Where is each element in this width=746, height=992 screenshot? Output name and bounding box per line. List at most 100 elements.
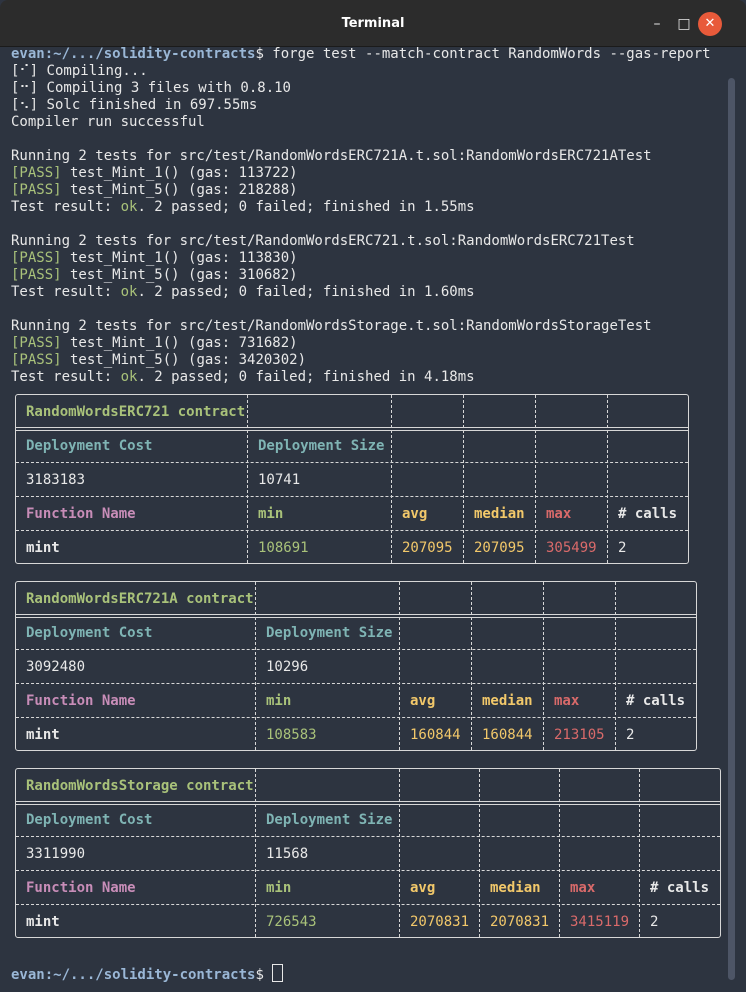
cursor: [272, 964, 284, 982]
max-value: 213105: [554, 727, 605, 743]
terminal-output[interactable]: evan:~/.../solidity-contracts$ forge tes…: [11, 46, 723, 386]
contract-name: RandomWordsERC721 contract: [26, 404, 246, 420]
pass-tag: [PASS]: [11, 335, 62, 351]
avg-header: avg: [402, 506, 428, 522]
calls-value: 2: [618, 540, 627, 556]
calls-header: # calls: [626, 693, 686, 709]
test-line: [PASS] test_Mint_5() (gas: 3420302): [11, 352, 307, 368]
terminal-window: Terminal – □ ✕ evan:~/.../solidity-contr…: [0, 0, 746, 992]
window-title: Terminal: [341, 16, 405, 31]
suite-header: Running 2 tests for src/test/RandomWords…: [11, 318, 652, 334]
max-header: max: [570, 880, 596, 896]
min-value: 726543: [266, 914, 317, 930]
test-line: [PASS] test_Mint_5() (gas: 310682): [11, 267, 298, 283]
deployment-size: 10741: [258, 472, 301, 488]
min-header: min: [266, 693, 292, 709]
prompt-symbol: $: [255, 46, 273, 62]
median-header: median: [474, 506, 525, 522]
median-header: median: [482, 693, 533, 709]
function-name: mint: [26, 540, 60, 556]
function-name-header: Function Name: [26, 693, 136, 709]
min-header: min: [258, 506, 284, 522]
deployment-size: 11568: [266, 846, 309, 862]
calls-header: # calls: [650, 880, 710, 896]
median-value: 207095: [474, 540, 525, 556]
maximize-icon[interactable]: □: [672, 12, 696, 36]
compile-line: [⠊] Compiling...: [11, 63, 148, 79]
max-header: max: [554, 693, 580, 709]
prompt-path: :~/.../solidity-contracts: [44, 967, 256, 983]
median-value: 2070831: [490, 914, 550, 930]
max-value: 3415119: [570, 914, 630, 930]
deployment-cost-label: Deployment Cost: [26, 625, 153, 641]
median-header: median: [490, 880, 541, 896]
spinner: [⠢]: [11, 97, 39, 113]
min-header: min: [266, 880, 292, 896]
test-result: Test result: ok. 2 passed; 0 failed; fin…: [11, 199, 475, 215]
max-value: 305499: [546, 540, 597, 556]
deployment-size: 10296: [266, 659, 309, 675]
compile-line: [⠢] Solc finished in 697.55ms: [11, 97, 258, 113]
prompt-line[interactable]: evan:~/.../solidity-contracts$: [11, 964, 284, 983]
pass-tag: [PASS]: [11, 352, 62, 368]
calls-value: 2: [650, 914, 659, 930]
deployment-cost: 3311990: [26, 846, 86, 862]
avg-value: 2070831: [410, 914, 470, 930]
command-line: evan:~/.../solidity-contracts$ forge tes…: [11, 46, 723, 63]
close-icon[interactable]: ✕: [698, 12, 722, 36]
contract-name: RandomWordsStorage contract: [26, 778, 254, 794]
max-header: max: [546, 506, 572, 522]
function-name: mint: [26, 914, 60, 930]
deployment-size-label: Deployment Size: [266, 625, 393, 641]
function-name: mint: [26, 727, 60, 743]
table-row: mint 108583 160844 160844 213105 2: [16, 718, 696, 752]
avg-header: avg: [410, 880, 436, 896]
command-text: forge test --match-contract RandomWords …: [272, 46, 711, 62]
test-line: [PASS] test_Mint_1() (gas: 113722): [11, 165, 298, 181]
spinner: [⠊]: [11, 63, 39, 79]
function-name-header: Function Name: [26, 880, 136, 896]
min-value: 108691: [258, 540, 309, 556]
deployment-size-label: Deployment Size: [266, 812, 393, 828]
min-value: 108583: [266, 727, 317, 743]
suite-header: Running 2 tests for src/test/RandomWords…: [11, 233, 635, 249]
deployment-cost-label: Deployment Cost: [26, 438, 153, 454]
contract-name: RandomWordsERC721A contract: [26, 591, 254, 607]
test-result: Test result: ok. 2 passed; 0 failed; fin…: [11, 284, 475, 300]
calls-value: 2: [626, 727, 635, 743]
test-line: [PASS] test_Mint_1() (gas: 113830): [11, 250, 298, 266]
prompt-symbol: $: [255, 967, 273, 983]
avg-header: avg: [410, 693, 436, 709]
pass-tag: [PASS]: [11, 165, 62, 181]
deployment-cost-label: Deployment Cost: [26, 812, 153, 828]
pass-tag: [PASS]: [11, 250, 62, 266]
pass-tag: [PASS]: [11, 267, 62, 283]
scrollbar[interactable]: [728, 78, 735, 980]
title-bar: Terminal – □ ✕: [0, 0, 746, 47]
pass-tag: [PASS]: [11, 182, 62, 198]
deployment-cost: 3183183: [26, 472, 86, 488]
gas-report-table: RandomWordsStorage contract Deployment C…: [15, 768, 721, 938]
avg-value: 160844: [410, 727, 461, 743]
prompt-user: evan: [11, 967, 45, 983]
prompt-path: :~/.../solidity-contracts: [44, 46, 256, 62]
minimize-icon[interactable]: –: [645, 12, 669, 36]
calls-header: # calls: [618, 506, 678, 522]
table-row: mint 726543 2070831 2070831 3415119 2: [16, 905, 720, 939]
gas-report-table: RandomWordsERC721 contract Deployment Co…: [15, 394, 689, 564]
avg-value: 207095: [402, 540, 453, 556]
table-row: mint 108691 207095 207095 305499 2: [16, 531, 688, 565]
test-result: Test result: ok. 2 passed; 0 failed; fin…: [11, 369, 475, 385]
spinner: [⠒]: [11, 80, 39, 96]
compile-success: Compiler run successful: [11, 114, 205, 130]
deployment-size-label: Deployment Size: [258, 438, 385, 454]
gas-report-table: RandomWordsERC721A contract Deployment C…: [15, 581, 697, 751]
prompt-user: evan: [11, 46, 45, 62]
test-line: [PASS] test_Mint_5() (gas: 218288): [11, 182, 298, 198]
suite-header: Running 2 tests for src/test/RandomWords…: [11, 148, 652, 164]
median-value: 160844: [482, 727, 533, 743]
function-name-header: Function Name: [26, 506, 136, 522]
compile-line: [⠒] Compiling 3 files with 0.8.10: [11, 80, 291, 96]
deployment-cost: 3092480: [26, 659, 86, 675]
test-line: [PASS] test_Mint_1() (gas: 731682): [11, 335, 298, 351]
